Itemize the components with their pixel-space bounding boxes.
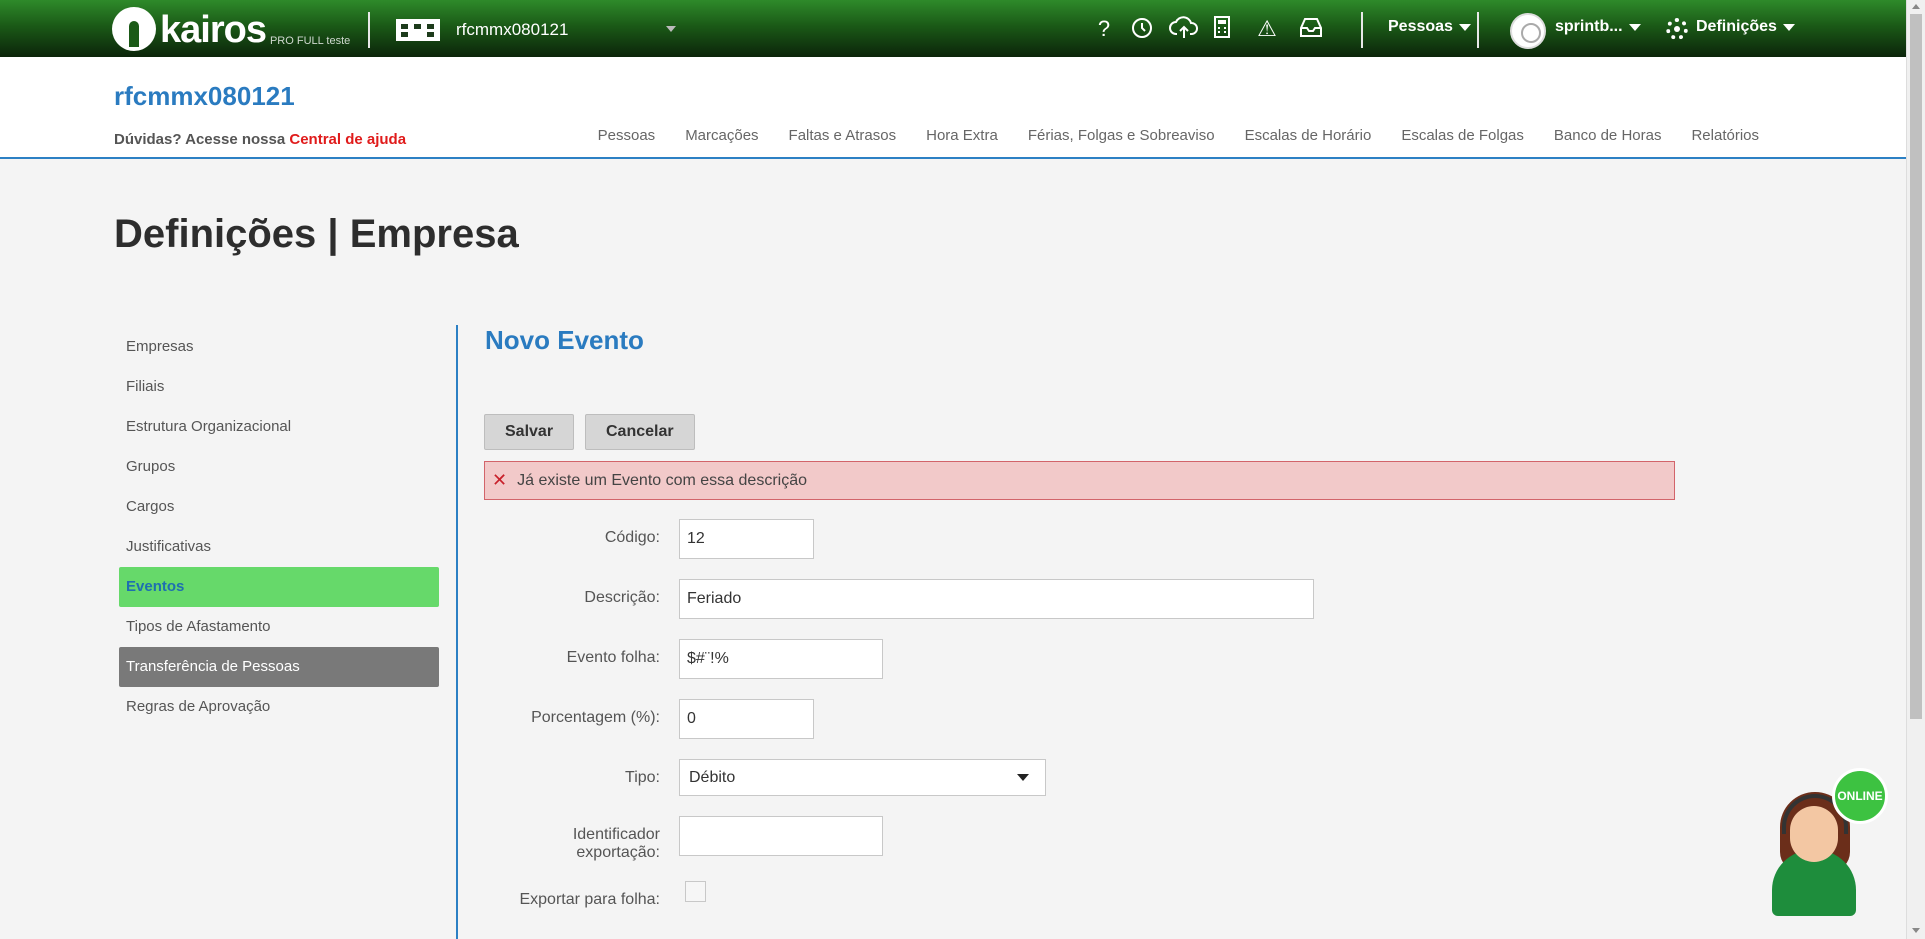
nav-faltas-atrasos[interactable]: Faltas e Atrasos [789,127,897,144]
tipo-label: Tipo: [625,769,660,786]
identificador-label: Identificador exportação: [460,826,660,862]
sidebar-item-grupos[interactable]: Grupos [119,447,439,487]
nav-escalas-folgas[interactable]: Escalas de Folgas [1401,127,1524,144]
inbox-icon[interactable] [1298,16,1324,42]
avatar[interactable] [1510,13,1546,49]
support-chat-widget[interactable]: ONLINE [1768,768,1893,918]
sidebar-item-cargos[interactable]: Cargos [119,487,439,527]
porcentagem-input[interactable] [679,699,814,739]
identificador-label-line1: Identificador [572,826,660,843]
company-selector[interactable]: rfcmmx080121 [396,17,568,43]
exportar-checkbox[interactable] [685,881,706,902]
main-nav: Pessoas Marcações Faltas e Atrasos Hora … [598,127,1759,144]
help-icon[interactable]: ? [1096,16,1112,42]
logo-icon [112,7,156,51]
caret-down-icon [1782,23,1795,31]
gear-icon[interactable] [1666,18,1688,40]
tipo-select[interactable]: Débito [679,759,1046,796]
nav-escalas-horario[interactable]: Escalas de Horário [1245,127,1372,144]
tipo-selected-value: Débito [689,769,736,786]
nav-pessoas[interactable]: Pessoas [598,127,656,144]
close-icon: ✕ [492,470,508,490]
logo-text: kairos [160,9,267,51]
user-menu[interactable]: sprintb... [1555,18,1641,36]
nav-hora-extra[interactable]: Hora Extra [926,127,998,144]
scroll-up-icon[interactable] [1912,4,1920,9]
divider [456,325,458,939]
definicoes-menu-label: Definições [1696,18,1777,35]
nav-marcacoes[interactable]: Marcações [685,127,758,144]
chevron-down-icon[interactable] [666,26,676,32]
caret-down-icon [1458,23,1471,31]
sidebar-item-regras-aprovacao[interactable]: Regras de Aprovação [119,687,439,727]
logo-subtitle: PRO FULL teste [269,35,351,47]
save-button[interactable]: Salvar [484,414,575,450]
nav-ferias-folgas[interactable]: Férias, Folgas e Sobreaviso [1028,127,1215,144]
user-menu-label: sprintb... [1555,18,1623,35]
sidebar-item-transferencia[interactable]: Transferência de Pessoas [119,647,439,687]
page-title: Definições | Empresa [114,212,519,256]
sidebar-item-filiais[interactable]: Filiais [119,367,439,407]
error-alert: ✕ Já existe um Evento com essa descrição [484,461,1675,500]
building-icon [396,19,440,41]
evento-folha-label: Evento folha: [566,649,660,666]
nav-relatorios[interactable]: Relatórios [1691,127,1759,144]
definicoes-menu[interactable]: Definições [1696,18,1795,36]
calculator-icon[interactable] [1212,16,1232,42]
sidebar-item-eventos[interactable]: Eventos [119,567,439,607]
scroll-down-icon[interactable] [1912,928,1920,933]
warning-icon[interactable]: ⚠ [1254,16,1280,42]
porcentagem-label: Porcentagem (%): [531,709,660,726]
sidebar-item-empresas[interactable]: Empresas [119,327,439,367]
site-title: rfcmmx080121 [114,81,295,111]
sidebar-item-justificativas[interactable]: Justificativas [119,527,439,567]
kairos-logo[interactable]: kairos PRO FULL teste [112,5,350,51]
top-bar: kairos PRO FULL teste rfcmmx080121 ? ⚠ P… [0,0,1906,57]
descricao-input[interactable] [679,579,1314,619]
settings-sidebar: Empresas Filiais Estrutura Organizaciona… [119,327,439,727]
scrollbar-thumb[interactable] [1910,14,1922,719]
page-header: rfcmmx080121 Dúvidas? Acesse nossa Centr… [0,57,1906,159]
codigo-input[interactable] [679,519,814,559]
form-title: Novo Evento [485,325,644,355]
company-name: rfcmmx080121 [456,20,569,39]
chevron-down-icon [1017,774,1029,781]
error-message: Já existe um Evento com essa descrição [517,471,807,489]
cancel-button[interactable]: Cancelar [585,414,695,450]
evento-folha-input[interactable] [679,639,883,679]
cloud-upload-icon[interactable] [1168,16,1200,42]
identificador-input[interactable] [679,816,883,856]
descricao-label: Descrição: [584,589,660,606]
help-center-link[interactable]: Central de ajuda [289,131,406,148]
sidebar-item-estrutura[interactable]: Estrutura Organizacional [119,407,439,447]
divider [1361,12,1363,48]
codigo-label: Código: [604,529,660,546]
pessoas-menu-label: Pessoas [1388,18,1453,35]
identificador-label-line2: exportação: [576,844,660,861]
pessoas-menu[interactable]: Pessoas [1388,18,1471,36]
divider [368,12,370,48]
online-badge[interactable]: ONLINE [1832,768,1888,824]
nav-banco-horas[interactable]: Banco de Horas [1554,127,1662,144]
caret-down-icon [1628,23,1641,31]
divider [1477,12,1479,48]
help-prefix: Dúvidas? Acesse nossa [114,131,290,148]
clock-icon[interactable] [1129,16,1155,42]
sidebar-item-afastamento[interactable]: Tipos de Afastamento [119,607,439,647]
exportar-label: Exportar para folha: [519,891,660,908]
scrollbar[interactable] [1906,0,1925,939]
help-text: Dúvidas? Acesse nossa Central de ajuda [114,131,406,148]
